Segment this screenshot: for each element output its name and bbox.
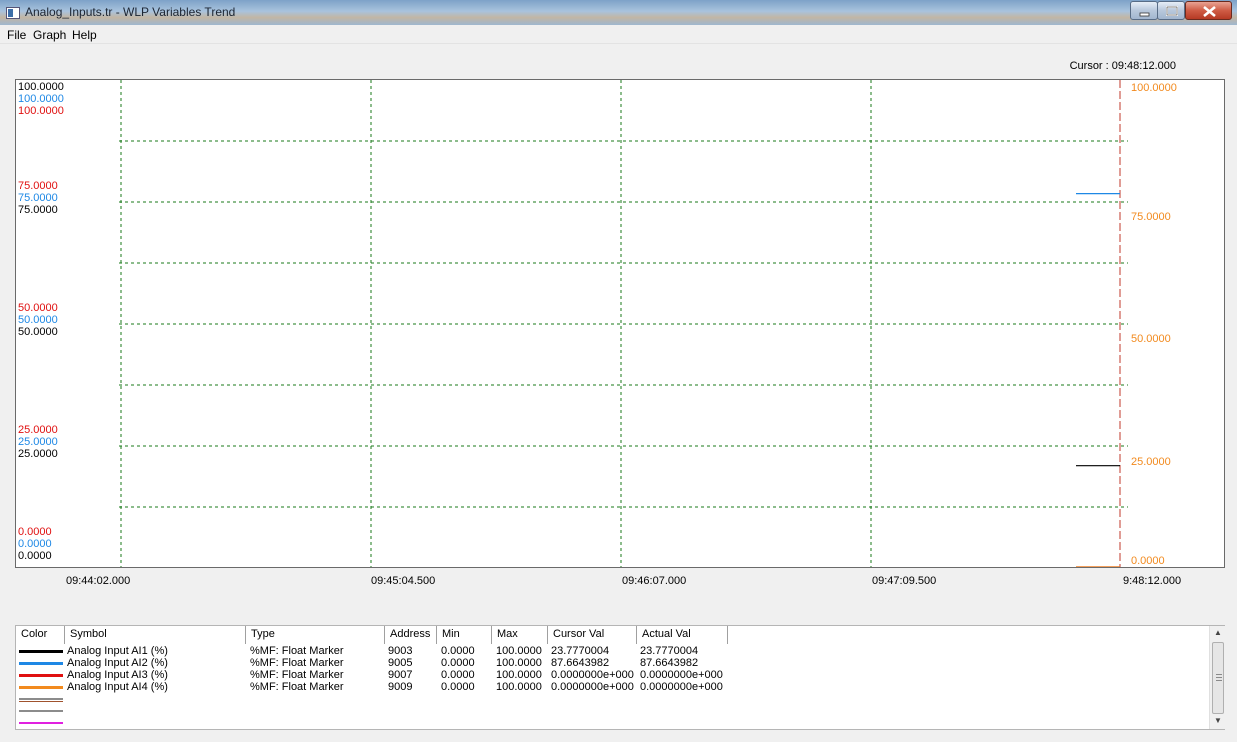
max-cell: 100.0000: [496, 669, 542, 681]
min-cell: 0.0000: [441, 645, 475, 657]
cursor-time-label: Cursor : 09:48:12.000: [1069, 60, 1176, 72]
column-header-address[interactable]: Address: [385, 626, 437, 644]
table-row[interactable]: Analog Input AI1 (%) %MF: Float Marker 9…: [16, 646, 1209, 657]
table-row[interactable]: [16, 694, 1209, 705]
actual-val-cell: 0.0000000e+000: [640, 681, 723, 693]
scroll-thumb[interactable]: [1212, 642, 1224, 714]
min-cell: 0.0000: [441, 681, 475, 693]
color-swatch: [19, 710, 63, 712]
title-bar[interactable]: Analog_Inputs.tr - WLP Variables Trend: [0, 0, 1237, 25]
column-header-symbol[interactable]: Symbol: [65, 626, 246, 644]
column-header-type[interactable]: Type: [246, 626, 385, 644]
y-tick-red-50: 50.0000: [18, 302, 58, 314]
scroll-up-icon[interactable]: ▲: [1214, 628, 1222, 637]
type-cell: %MF: Float Marker: [250, 645, 344, 657]
scroll-down-icon[interactable]: ▼: [1214, 716, 1222, 725]
symbol-cell: Analog Input AI2 (%): [67, 657, 168, 669]
min-cell: 0.0000: [441, 657, 475, 669]
type-cell: %MF: Float Marker: [250, 681, 344, 693]
actual-val-cell: 23.7770004: [640, 645, 699, 657]
table-row[interactable]: Analog Input AI4 (%) %MF: Float Marker 9…: [16, 682, 1209, 693]
y-tick-orange-25: 25.0000: [1131, 456, 1171, 468]
y-tick-blue-0: 0.0000: [18, 538, 52, 550]
minimize-icon: [1139, 12, 1150, 17]
y-tick-blue-75: 75.0000: [18, 192, 58, 204]
table-row[interactable]: [16, 718, 1209, 729]
max-cell: 100.0000: [496, 645, 542, 657]
trend-chart-svg: [119, 80, 1128, 567]
cursor-val-cell: 0.0000000e+000: [551, 681, 634, 693]
app-icon: [6, 7, 20, 19]
color-swatch: [19, 722, 63, 724]
table-row[interactable]: Analog Input AI2 (%) %MF: Float Marker 9…: [16, 658, 1209, 669]
column-header-color[interactable]: Color: [16, 626, 65, 644]
table-row[interactable]: [16, 706, 1209, 717]
max-cell: 100.0000: [496, 657, 542, 669]
y-tick-black-25: 25.0000: [18, 448, 58, 460]
vertical-scrollbar[interactable]: ▲ ▼: [1209, 626, 1225, 729]
column-header-max[interactable]: Max: [492, 626, 548, 644]
y-tick-blue-25: 25.0000: [18, 436, 58, 448]
y-tick-orange-50: 50.0000: [1131, 333, 1171, 345]
x-tick-label: 9:48:12.000: [1123, 575, 1182, 587]
maximize-button[interactable]: [1157, 1, 1185, 20]
cursor-val-cell: 87.6643982: [551, 657, 610, 669]
symbol-cell: Analog Input AI3 (%): [67, 669, 168, 681]
y-tick-red-75: 75.0000: [18, 180, 58, 192]
menu-file[interactable]: File: [7, 28, 26, 42]
y-tick-orange-0: 0.0000: [1131, 555, 1165, 567]
symbol-cell: Analog Input AI1 (%): [67, 645, 168, 657]
cursor-val-cell: 0.0000000e+000: [551, 669, 634, 681]
x-tick-label: 09:46:07.000: [622, 575, 687, 587]
menu-graph[interactable]: Graph: [33, 28, 66, 42]
actual-val-cell: 87.6643982: [640, 657, 699, 669]
color-swatch: [19, 698, 63, 700]
menu-bar: File Graph Help: [0, 25, 1237, 44]
type-cell: %MF: Float Marker: [250, 669, 344, 681]
table-row[interactable]: Analog Input AI3 (%) %MF: Float Marker 9…: [16, 670, 1209, 681]
y-tick-black-75: 75.0000: [18, 204, 58, 216]
y-tick-red-25: 25.0000: [18, 424, 58, 436]
variables-table[interactable]: Color Symbol Type Address Min Max Cursor…: [15, 625, 1225, 730]
close-icon: [1203, 5, 1216, 18]
close-button[interactable]: [1185, 1, 1232, 20]
y-tick-black-50: 50.0000: [18, 326, 58, 338]
y-tick-blue-50: 50.0000: [18, 314, 58, 326]
x-tick-label: 09:44:02.000: [66, 575, 131, 587]
x-tick-label: 09:45:04.500: [371, 575, 436, 587]
y-tick-red-100: 100.0000: [18, 105, 64, 117]
y-tick-blue-100: 100.0000: [18, 93, 64, 105]
trend-plot[interactable]: 100.0000 100.0000 100.0000 75.0000 75.00…: [15, 79, 1225, 568]
max-cell: 100.0000: [496, 681, 542, 693]
address-cell: 9003: [388, 645, 413, 657]
color-swatch: [19, 650, 63, 653]
symbol-cell: Analog Input AI4 (%): [67, 681, 168, 693]
y-tick-orange-75: 75.0000: [1131, 211, 1171, 223]
x-tick-label: 09:47:09.500: [872, 575, 937, 587]
color-swatch: [19, 686, 63, 689]
address-cell: 9009: [388, 681, 413, 693]
y-tick-black-0: 0.0000: [18, 550, 52, 562]
minimize-button[interactable]: [1130, 1, 1158, 20]
column-header-actual-val[interactable]: Actual Val: [637, 626, 728, 644]
grip-icon: [1216, 674, 1222, 682]
column-header-min[interactable]: Min: [437, 626, 492, 644]
actual-val-cell: 0.0000000e+000: [640, 669, 723, 681]
cursor-val-cell: 23.7770004: [551, 645, 610, 657]
min-cell: 0.0000: [441, 669, 475, 681]
menu-help[interactable]: Help: [72, 28, 97, 42]
address-cell: 9005: [388, 657, 413, 669]
y-tick-red-0: 0.0000: [18, 526, 52, 538]
y-tick-orange-100: 100.0000: [1131, 82, 1177, 94]
address-cell: 9007: [388, 669, 413, 681]
column-header-cursor-val[interactable]: Cursor Val: [548, 626, 637, 644]
color-swatch: [19, 701, 63, 702]
color-swatch: [19, 662, 63, 665]
table-header: Color Symbol Type Address Min Max Cursor…: [16, 626, 1209, 644]
y-tick-black-100: 100.0000: [18, 81, 64, 93]
color-swatch: [19, 674, 63, 677]
maximize-icon: [1166, 6, 1178, 16]
type-cell: %MF: Float Marker: [250, 657, 344, 669]
window-title: Analog_Inputs.tr - WLP Variables Trend: [25, 5, 236, 19]
